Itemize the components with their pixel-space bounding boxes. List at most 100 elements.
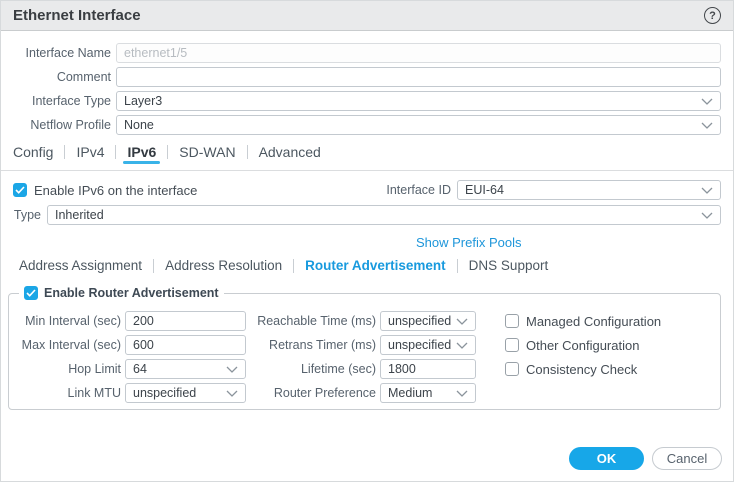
hop-limit-label: Hop Limit: [17, 362, 121, 376]
min-interval-field[interactable]: [125, 311, 246, 331]
dialog-footer: OK Cancel: [1, 447, 722, 470]
tab-config[interactable]: Config: [13, 144, 53, 160]
managed-configuration-checkbox[interactable]: [505, 314, 519, 328]
router-preference-row: Router Preference Medium: [250, 383, 476, 403]
ethernet-interface-dialog: Ethernet Interface ? Interface Name Comm…: [0, 0, 734, 482]
ra-column-3: Managed Configuration Other Configuratio…: [505, 311, 661, 383]
interface-type-value: Layer3: [124, 94, 701, 108]
other-configuration-row: Other Configuration: [505, 335, 661, 355]
chevron-down-icon: [701, 92, 713, 110]
managed-configuration-label: Managed Configuration: [526, 314, 661, 329]
router-preference-select[interactable]: Medium: [380, 383, 476, 403]
retrans-timer-label: Retrans Timer (ms): [250, 338, 376, 352]
router-preference-label: Router Preference: [250, 386, 376, 400]
hop-limit-select[interactable]: 64: [125, 359, 246, 379]
ipv6-type-row: Type Inherited: [1, 205, 721, 225]
subtab-router-advertisement[interactable]: Router Advertisement: [305, 258, 446, 273]
link-mtu-value: unspecified: [133, 386, 226, 400]
reachable-time-label: Reachable Time (ms): [250, 314, 376, 328]
interface-name-row: Interface Name: [1, 43, 721, 63]
check-icon: [15, 186, 25, 194]
interface-id-label: Interface ID: [386, 183, 451, 197]
cancel-button[interactable]: Cancel: [652, 447, 722, 470]
link-mtu-label: Link MTU: [17, 386, 121, 400]
interface-type-select[interactable]: Layer3: [116, 91, 721, 111]
hop-limit-row: Hop Limit 64: [17, 359, 246, 379]
retrans-timer-value: unspecified: [388, 338, 456, 352]
enable-router-advertisement-checkbox[interactable]: [24, 286, 38, 300]
interface-name-field: [116, 43, 721, 63]
tab-bar: Config IPv4 IPv6 SD-WAN Advanced: [13, 142, 733, 162]
link-mtu-select[interactable]: unspecified: [125, 383, 246, 403]
reachable-time-select[interactable]: unspecified: [380, 311, 476, 331]
chevron-down-icon: [701, 206, 713, 224]
consistency-check-checkbox[interactable]: [505, 362, 519, 376]
subtab-address-resolution[interactable]: Address Resolution: [165, 258, 282, 273]
comment-row: Comment: [1, 67, 721, 87]
consistency-check-row: Consistency Check: [505, 359, 661, 379]
ok-button[interactable]: OK: [569, 447, 644, 470]
dialog-title: Ethernet Interface: [13, 7, 704, 24]
ipv6-subtab-bar: Address Assignment Address Resolution Ro…: [19, 257, 733, 274]
interface-id-select[interactable]: EUI-64: [457, 180, 721, 200]
chevron-down-icon: [456, 312, 468, 330]
chevron-down-icon: [701, 181, 713, 199]
link-mtu-row: Link MTU unspecified: [17, 383, 246, 403]
netflow-profile-label: Netflow Profile: [1, 118, 111, 132]
netflow-profile-select[interactable]: None: [116, 115, 721, 135]
subtab-dns-support[interactable]: DNS Support: [469, 258, 549, 273]
tab-separator: [167, 145, 168, 159]
managed-configuration-row: Managed Configuration: [505, 311, 661, 331]
tab-ipv6[interactable]: IPv6: [127, 144, 156, 160]
subtab-address-assignment[interactable]: Address Assignment: [19, 258, 142, 273]
netflow-profile-row: Netflow Profile None: [1, 115, 721, 135]
tab-separator: [64, 145, 65, 159]
max-interval-label: Max Interval (sec): [17, 338, 121, 352]
lifetime-row: Lifetime (sec): [250, 359, 476, 379]
interface-type-row: Interface Type Layer3: [1, 91, 721, 111]
enable-router-advertisement-label: Enable Router Advertisement: [44, 286, 219, 300]
comment-field[interactable]: [116, 67, 721, 87]
interface-id-value: EUI-64: [465, 183, 701, 197]
reachable-time-row: Reachable Time (ms) unspecified: [250, 311, 476, 331]
chevron-down-icon: [456, 336, 468, 354]
router-advertisement-fieldset: Enable Router Advertisement Min Interval…: [8, 293, 721, 410]
other-configuration-checkbox[interactable]: [505, 338, 519, 352]
reachable-time-value: unspecified: [388, 314, 456, 328]
chevron-down-icon: [226, 360, 238, 378]
ra-column-2: Reachable Time (ms) unspecified Retrans …: [250, 311, 476, 407]
tab-separator: [293, 259, 294, 273]
help-icon[interactable]: ?: [704, 7, 721, 24]
retrans-timer-row: Retrans Timer (ms) unspecified: [250, 335, 476, 355]
ipv6-header-row: Enable IPv6 on the interface Interface I…: [13, 180, 721, 200]
interface-type-label: Interface Type: [1, 94, 111, 108]
other-configuration-label: Other Configuration: [526, 338, 639, 353]
tab-divider: [1, 170, 733, 171]
retrans-timer-select[interactable]: unspecified: [380, 335, 476, 355]
tab-sdwan[interactable]: SD-WAN: [179, 144, 235, 160]
check-icon: [26, 289, 36, 297]
router-preference-value: Medium: [388, 386, 456, 400]
max-interval-row: Max Interval (sec): [17, 335, 246, 355]
tab-ipv4[interactable]: IPv4: [76, 144, 104, 160]
lifetime-label: Lifetime (sec): [250, 362, 376, 376]
prefix-pools-row: Show Prefix Pools: [416, 234, 733, 249]
min-interval-row: Min Interval (sec): [17, 311, 246, 331]
lifetime-field[interactable]: [380, 359, 476, 379]
tab-separator: [457, 259, 458, 273]
netflow-profile-value: None: [124, 118, 701, 132]
max-interval-field[interactable]: [125, 335, 246, 355]
ipv6-type-select[interactable]: Inherited: [47, 205, 721, 225]
tab-separator: [153, 259, 154, 273]
min-interval-label: Min Interval (sec): [17, 314, 121, 328]
tab-advanced[interactable]: Advanced: [259, 144, 321, 160]
ipv6-type-value: Inherited: [55, 208, 701, 222]
dialog-titlebar: Ethernet Interface ?: [1, 1, 733, 31]
enable-ipv6-checkbox[interactable]: [13, 183, 27, 197]
tab-separator: [247, 145, 248, 159]
enable-ipv6-label: Enable IPv6 on the interface: [34, 183, 197, 198]
chevron-down-icon: [456, 384, 468, 402]
tab-separator: [115, 145, 116, 159]
router-advertisement-legend: Enable Router Advertisement: [19, 286, 224, 300]
show-prefix-pools-link[interactable]: Show Prefix Pools: [416, 235, 522, 250]
